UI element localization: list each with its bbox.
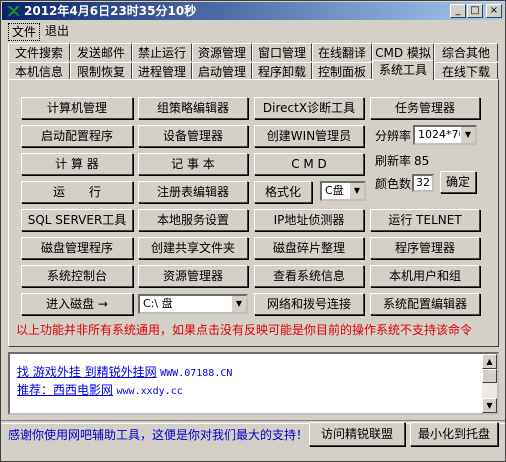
app-logo-icon bbox=[6, 5, 21, 17]
users-groups-button[interactable]: 本机用户和组 bbox=[370, 265, 480, 287]
notepad-button[interactable]: 记 事 本 bbox=[138, 153, 248, 175]
resolution-label: 分辨率 bbox=[375, 129, 412, 143]
ip-scanner-button[interactable]: IP地址侦测器 bbox=[254, 209, 364, 231]
tab-file-search[interactable]: 文件搜索 bbox=[8, 43, 70, 61]
tab-online-translate[interactable]: 在线翻译 bbox=[312, 43, 372, 61]
scroll-down-icon[interactable]: ▼ bbox=[482, 398, 497, 413]
device-manager-button[interactable]: 设备管理器 bbox=[138, 125, 248, 147]
chevron-down-icon[interactable]: ▼ bbox=[460, 127, 475, 143]
tab-process-mgmt[interactable]: 进程管理 bbox=[132, 62, 192, 80]
telnet-button[interactable]: 运行 TELNET bbox=[370, 209, 480, 231]
visit-union-button[interactable]: 访问精锐联盟 bbox=[309, 422, 405, 446]
tab-system-tools[interactable]: 系统工具 bbox=[372, 60, 434, 80]
format-drive-value: C盘 bbox=[325, 184, 344, 197]
tab-misc[interactable]: 综合其他 bbox=[434, 43, 498, 61]
links-panel: 找 游戏外挂 到精锐外挂网 WWW.07188.CN 推荐：西西电影网 www.… bbox=[8, 352, 499, 415]
regedit-button[interactable]: 注册表编辑器 bbox=[138, 181, 248, 203]
link-url[interactable]: www.xxdy.cc bbox=[117, 386, 183, 397]
compatibility-note: 以上功能并非所有系统通用，如果点击没有反映可能是你目前的操作系统不支持该命令 bbox=[16, 323, 473, 337]
disk-management-button[interactable]: 磁盘管理程序 bbox=[21, 237, 133, 259]
scroll-thumb[interactable] bbox=[482, 369, 497, 383]
app-window: 2012年4月6日23时35分10秒 _ □ × 文件 退出 文件搜索 发送邮件… bbox=[0, 0, 506, 462]
tab-uninstall[interactable]: 程序卸载 bbox=[252, 62, 312, 80]
format-button[interactable]: 格式化 bbox=[254, 181, 312, 203]
minimize-button[interactable]: _ bbox=[450, 4, 466, 18]
network-dialup-button[interactable]: 网络和拨号连接 bbox=[254, 293, 364, 315]
tab-block-run[interactable]: 禁止运行 bbox=[132, 43, 192, 61]
local-services-button[interactable]: 本地服务设置 bbox=[138, 209, 248, 231]
directx-diag-button[interactable]: DirectX诊断工具 bbox=[254, 97, 364, 119]
menu-exit[interactable]: 退出 bbox=[42, 23, 72, 39]
startup-config-button[interactable]: 启动配置程序 bbox=[21, 125, 133, 147]
refresh-rate-label: 刷新率 bbox=[375, 154, 412, 168]
chevron-down-icon[interactable]: ▼ bbox=[349, 183, 364, 199]
tab-online-download[interactable]: 在线下载 bbox=[434, 62, 498, 80]
resolution-value: 1024*76 bbox=[418, 128, 466, 141]
title-bar[interactable]: 2012年4月6日23时35分10秒 _ □ × bbox=[2, 2, 504, 20]
enter-disk-button[interactable]: 进入磁盘 → bbox=[21, 293, 133, 315]
tab-cmd-simulate[interactable]: CMD 模拟 bbox=[372, 43, 434, 61]
explorer-button[interactable]: 资源管理器 bbox=[138, 265, 248, 287]
scroll-up-icon[interactable]: ▲ bbox=[482, 354, 497, 369]
resolution-select[interactable]: 1024*76 ▼ bbox=[413, 125, 477, 145]
link-game-hacks[interactable]: 找 游戏外挂 到精锐外挂网 WWW.07188.CN bbox=[17, 363, 232, 380]
computer-management-button[interactable]: 计算机管理 bbox=[21, 97, 133, 119]
format-drive-select[interactable]: C盘 ▼ bbox=[320, 181, 366, 201]
close-button[interactable]: × bbox=[486, 4, 502, 18]
window-title: 2012年4月6日23时35分10秒 bbox=[24, 4, 197, 18]
color-depth-label: 颜色数 bbox=[375, 177, 412, 191]
link-url[interactable]: WWW.07188.CN bbox=[160, 368, 232, 379]
maximize-button[interactable]: □ bbox=[467, 4, 483, 18]
sysconfig-button[interactable]: 系统配置编辑器 bbox=[370, 293, 480, 315]
refresh-rate-value: 85 bbox=[414, 154, 430, 168]
share-folder-button[interactable]: 创建共享文件夹 bbox=[138, 237, 248, 259]
group-policy-button[interactable]: 组策略编辑器 bbox=[138, 97, 248, 119]
system-info-button[interactable]: 查看系统信息 bbox=[254, 265, 364, 287]
task-manager-button[interactable]: 任务管理器 bbox=[370, 97, 480, 119]
program-manager-button[interactable]: 程序管理器 bbox=[370, 237, 480, 259]
create-admin-button[interactable]: 创建WIN管理员 bbox=[254, 125, 364, 147]
tab-send-mail[interactable]: 发送邮件 bbox=[70, 43, 132, 61]
chevron-down-icon[interactable]: ▼ bbox=[231, 296, 246, 312]
vertical-scrollbar[interactable]: ▲ ▼ bbox=[482, 354, 497, 413]
cmd-button[interactable]: C M D bbox=[254, 153, 364, 175]
link-movie-site[interactable]: 推荐：西西电影网 www.xxdy.cc bbox=[17, 381, 183, 398]
menu-file[interactable]: 文件 bbox=[8, 23, 41, 41]
tab-restrict-restore[interactable]: 限制恢复 bbox=[70, 62, 132, 80]
disk-path-select[interactable]: C:\ 盘 ▼ bbox=[138, 294, 248, 314]
sql-server-button[interactable]: SQL SERVER工具 bbox=[21, 209, 133, 231]
thanks-message: 感谢你使用网吧辅助工具，这便是你对我们最大的支持！ bbox=[8, 428, 309, 442]
confirm-button[interactable]: 确定 bbox=[440, 171, 476, 193]
run-button[interactable]: 运 行 bbox=[21, 181, 133, 203]
tab-control-panel[interactable]: 控制面板 bbox=[312, 62, 372, 80]
defrag-button[interactable]: 磁盘碎片整理 bbox=[254, 237, 364, 259]
system-console-button[interactable]: 系统控制台 bbox=[21, 265, 133, 287]
link-text[interactable]: 推荐：西西电影网 bbox=[17, 383, 113, 397]
minimize-to-tray-button[interactable]: 最小化到托盘 bbox=[410, 422, 498, 446]
link-text[interactable]: 找 游戏外挂 到精锐外挂网 bbox=[17, 365, 157, 379]
tab-local-info[interactable]: 本机信息 bbox=[8, 62, 70, 80]
color-depth-field[interactable]: 32 bbox=[412, 174, 434, 192]
tab-resource-mgmt[interactable]: 资源管理 bbox=[192, 43, 252, 61]
tab-startup-mgmt[interactable]: 启动管理 bbox=[192, 62, 252, 80]
tab-window-mgmt[interactable]: 窗口管理 bbox=[252, 43, 312, 61]
calculator-button[interactable]: 计 算 器 bbox=[21, 153, 133, 175]
menu-bar: 文件 退出 bbox=[2, 21, 504, 41]
disk-path-value: C:\ 盘 bbox=[143, 297, 173, 310]
